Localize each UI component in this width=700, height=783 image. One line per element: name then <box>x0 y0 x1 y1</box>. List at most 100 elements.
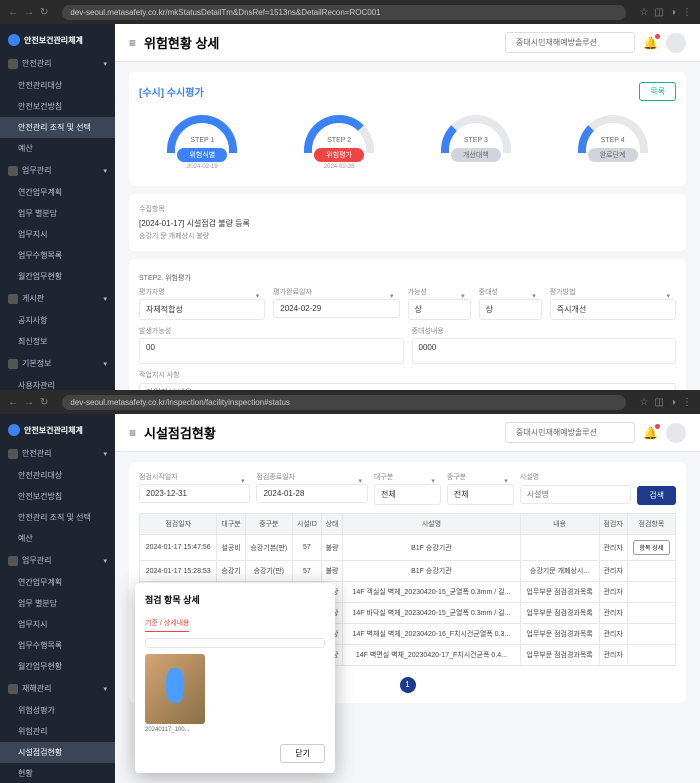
task-instruction-input[interactable] <box>139 383 676 390</box>
modal-content-input[interactable] <box>145 638 325 648</box>
avatar[interactable] <box>666 33 686 53</box>
bell-icon[interactable]: 🔔 <box>643 426 658 440</box>
kebab-icon[interactable]: ⋮ <box>682 397 692 408</box>
thumbnail-caption: 20240117_100... <box>145 727 325 733</box>
sidebar-section-work[interactable]: 업무관리▾ <box>0 549 115 572</box>
sidebar-logo[interactable]: 안전보건관리체계 <box>0 28 115 52</box>
sidebar-item[interactable]: 업무 별분담 <box>0 203 115 224</box>
back-icon[interactable]: ← <box>8 7 18 18</box>
sidebar-item[interactable]: 연간업무계획 <box>0 572 115 593</box>
table-cell: 관리자 <box>599 535 627 561</box>
sidebar-item[interactable]: 위험관리 <box>0 721 115 742</box>
sidebar-item[interactable]: 예산 <box>0 138 115 159</box>
thumbnail-image[interactable] <box>145 654 205 724</box>
sidebar-item[interactable]: 위험성평가 <box>0 700 115 721</box>
url-bar[interactable]: dev-seoul.metasafety.co.kr/inspection/fa… <box>62 395 625 410</box>
page-1[interactable]: 1 <box>400 677 416 693</box>
sidebar-section-basic[interactable]: 기본정보▾ <box>0 352 115 375</box>
sidebar-item[interactable]: 업무 별분담 <box>0 593 115 614</box>
major-select[interactable]: 전체 <box>374 484 441 505</box>
table-cell: 승강기 <box>217 561 245 582</box>
sidebar-item[interactable]: 연간업무계획 <box>0 182 115 203</box>
table-cell: 관리자 <box>599 624 627 645</box>
severity-select[interactable]: 상 <box>479 299 542 320</box>
extension-icon[interactable]: ◫ <box>655 397 664 408</box>
sidebar: 안전보건관리체계 안전관리▾ 안전관리대상 안전보건방침 안전관리 조직 및 선… <box>0 24 115 390</box>
sidebar-section-safety[interactable]: 안전관리▾ <box>0 52 115 75</box>
table-header: 점검항목 <box>627 514 675 535</box>
step-2: STEP 2 위험평가 2024-02-28 <box>304 115 374 170</box>
sidebar-section-disaster[interactable]: 재해관리▾ <box>0 677 115 700</box>
sidebar-item[interactable]: 업무지시 <box>0 614 115 635</box>
company-selector[interactable]: 중대시민재해예방솔루션 <box>505 422 635 443</box>
avatar[interactable] <box>666 423 686 443</box>
sidebar-item[interactable]: 안전관리 조직 및 선택 <box>0 507 115 528</box>
hamburger-icon[interactable]: ≡ <box>129 36 136 50</box>
profile-icon[interactable]: ◑ <box>670 7 676 18</box>
logo-icon <box>8 34 20 46</box>
table-row[interactable]: 2024-01-17 15:28:53승강기승강기(판)57불량B1F 승강기관… <box>140 561 676 582</box>
sidebar-item-active[interactable]: 시설점검현황 <box>0 742 115 763</box>
company-selector[interactable]: 중대시민재해예방솔루션 <box>505 32 635 53</box>
extension-icon[interactable]: ◫ <box>655 7 664 18</box>
sidebar-logo[interactable]: 안전보건관리체계 <box>0 418 115 442</box>
profile-icon[interactable]: ◑ <box>670 397 676 408</box>
detail-button[interactable]: 항목 상세 <box>633 540 671 555</box>
sidebar-item[interactable]: 안전관리대상 <box>0 75 115 96</box>
sidebar-item[interactable]: 월간업무현황 <box>0 266 115 287</box>
date-to-input[interactable]: 2024-01-28 <box>256 484 367 503</box>
sidebar-section-work[interactable]: 업무관리▾ <box>0 159 115 182</box>
possibility-textarea[interactable]: 00 <box>139 338 404 364</box>
sidebar-item[interactable]: 예산 <box>0 528 115 549</box>
table-cell <box>520 535 599 561</box>
sidebar-item[interactable]: 월간업무현황 <box>0 656 115 677</box>
sidebar-item[interactable]: 안전관리대상 <box>0 465 115 486</box>
sidebar-item[interactable]: 업무수행목록 <box>0 245 115 266</box>
method-select[interactable]: 즉시개선 <box>550 299 676 320</box>
sidebar-item-active[interactable]: 안전관리 조직 및 선택 <box>0 117 115 138</box>
topbar: ≡ 시설점검현황 중대시민재해예방솔루션 🔔 <box>115 414 700 452</box>
sidebar-item[interactable]: 업무수행목록 <box>0 635 115 656</box>
sidebar-item[interactable]: 공지사항 <box>0 310 115 331</box>
star-icon[interactable]: ☆ <box>640 397 649 408</box>
date-from-input[interactable]: 2023-12-31 <box>139 484 250 503</box>
minor-select[interactable]: 전체 <box>447 484 514 505</box>
reload-icon[interactable]: ↻ <box>40 7 48 18</box>
reload-icon[interactable]: ↻ <box>40 397 48 408</box>
severity-textarea[interactable]: 0000 <box>412 338 677 364</box>
facility-name-input[interactable] <box>520 485 631 504</box>
sidebar-item[interactable]: 안전보건방침 <box>0 486 115 507</box>
evaluator-select[interactable]: 자체적합성 <box>139 299 265 320</box>
kebab-icon[interactable]: ⋮ <box>682 7 692 18</box>
possibility-select[interactable]: 상 <box>408 299 471 320</box>
star-icon[interactable]: ☆ <box>640 7 649 18</box>
sidebar-item[interactable]: 업무지시 <box>0 224 115 245</box>
sidebar-section-safety[interactable]: 안전관리▾ <box>0 442 115 465</box>
browser-chrome: ← → ↻ dev-seoul.metasafety.co.kr/inspect… <box>0 390 700 414</box>
table-cell: 관리자 <box>599 603 627 624</box>
modal-tab[interactable]: 기준 / 상세내용 <box>145 618 189 632</box>
sidebar-item[interactable]: 최신정보 <box>0 331 115 352</box>
modal-close-button[interactable]: 닫기 <box>280 744 325 763</box>
list-button[interactable]: 목록 <box>639 82 676 101</box>
forward-icon[interactable]: → <box>24 397 34 408</box>
search-button[interactable]: 검색 <box>637 486 676 505</box>
table-header: 시설명 <box>343 514 520 535</box>
eval-date-input[interactable]: 2024-02-29 <box>273 299 399 318</box>
url-bar[interactable]: dev-seoul.metasafety.co.kr/mkStatusDetai… <box>62 5 625 20</box>
sidebar-item[interactable]: 사용자관리 <box>0 375 115 390</box>
eval-tag: [수시] 수시평가 <box>139 84 204 99</box>
table-header: 상태 <box>321 514 342 535</box>
sidebar-section-board[interactable]: 게시판▾ <box>0 287 115 310</box>
hamburger-icon[interactable]: ≡ <box>129 426 136 440</box>
logo-icon <box>8 424 20 436</box>
sidebar: 안전보건관리체계 안전관리▾ 안전관리대상 안전보건방침 안전관리 조직 및 선… <box>0 414 115 783</box>
back-icon[interactable]: ← <box>8 397 18 408</box>
table-row[interactable]: 2024-01-17 15:47:56설공비승강기본(판)57불량B1F 승강기… <box>140 535 676 561</box>
sidebar-item[interactable]: 현황 <box>0 763 115 783</box>
bell-icon[interactable]: 🔔 <box>643 36 658 50</box>
forward-icon[interactable]: → <box>24 7 34 18</box>
filter-bar: 점검시작일자2023-12-31 점검종료일자2024-01-28 대구분전체 … <box>139 472 676 505</box>
table-cell: 승강기(판) <box>245 561 292 582</box>
sidebar-item[interactable]: 안전보건방침 <box>0 96 115 117</box>
